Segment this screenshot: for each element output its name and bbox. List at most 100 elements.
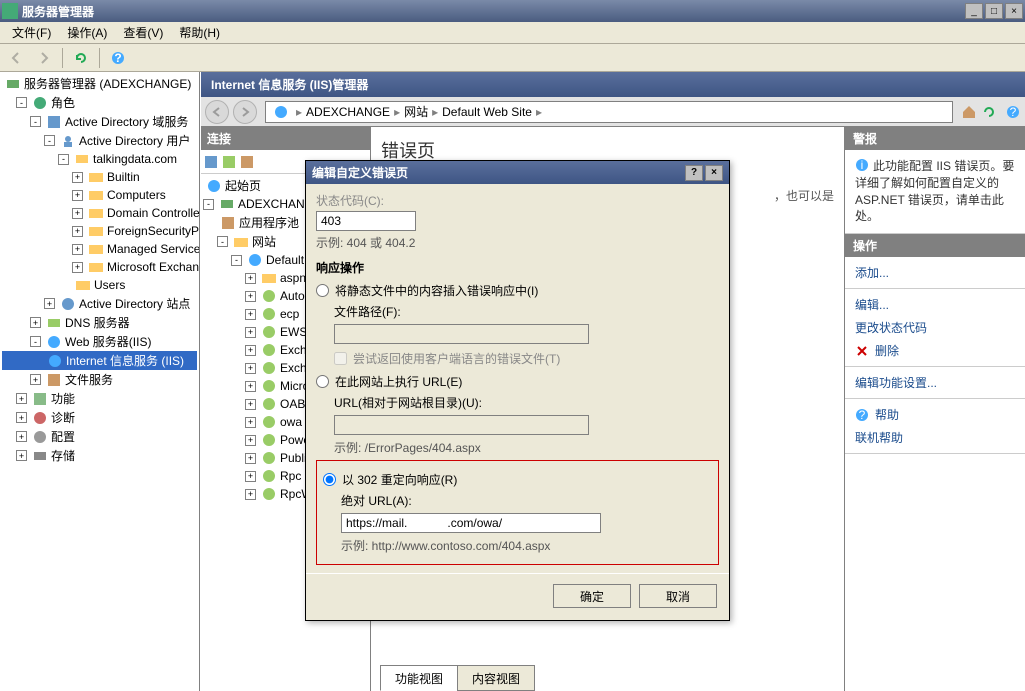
expander-icon[interactable]: + — [30, 317, 41, 328]
menu-action[interactable]: 操作(A) — [59, 22, 115, 43]
tree-iis-manager[interactable]: Internet 信息服务 (IIS) — [2, 351, 197, 370]
expander-icon[interactable]: + — [30, 374, 41, 385]
nav-help-icon[interactable]: ? — [1005, 104, 1021, 120]
radio-302[interactable]: 以 302 重定向响应(R) — [323, 471, 712, 488]
radio-static[interactable]: 将静态文件中的内容插入错误响应中(I) — [316, 282, 719, 299]
expander-icon[interactable]: + — [44, 298, 55, 309]
expander-icon[interactable]: - — [30, 116, 41, 127]
expander-icon[interactable]: + — [72, 172, 83, 183]
tree-builtin[interactable]: +Builtin — [2, 168, 197, 186]
expander-icon[interactable]: + — [245, 399, 256, 410]
expander-icon[interactable]: + — [245, 381, 256, 392]
dialog-close-button[interactable]: × — [705, 165, 723, 181]
expander-icon[interactable]: + — [245, 327, 256, 338]
file-path-input[interactable] — [334, 324, 589, 344]
menu-help[interactable]: 帮助(H) — [171, 22, 228, 43]
tree-msa[interactable]: +Managed Service Accounts — [2, 240, 197, 258]
url-input[interactable] — [334, 415, 589, 435]
radio-exec-url[interactable]: 在此网站上执行 URL(E) — [316, 373, 719, 390]
expander-icon[interactable]: + — [245, 435, 256, 446]
save-icon[interactable] — [203, 154, 219, 170]
act-online-help[interactable]: 联机帮助 — [845, 426, 1025, 449]
tree-diag[interactable]: +诊断 — [2, 408, 197, 427]
expander-icon[interactable]: + — [245, 309, 256, 320]
tree-computers[interactable]: +Computers — [2, 186, 197, 204]
cancel-button[interactable]: 取消 — [639, 584, 717, 608]
expander-icon[interactable]: + — [16, 412, 27, 423]
expander-icon[interactable]: + — [245, 273, 256, 284]
bc-sites[interactable]: 网站 — [404, 103, 428, 120]
tree-features[interactable]: +功能 — [2, 389, 197, 408]
menu-view[interactable]: 查看(V) — [115, 22, 171, 43]
expander-icon[interactable]: + — [72, 208, 83, 219]
tree-fsp[interactable]: +ForeignSecurityPrincipals — [2, 222, 197, 240]
disconnect-icon[interactable] — [239, 154, 255, 170]
expander-icon[interactable]: - — [30, 336, 41, 347]
bc-default-site[interactable]: Default Web Site — [442, 105, 532, 119]
home-icon[interactable] — [961, 104, 977, 120]
act-edit[interactable]: 编辑... — [845, 293, 1025, 316]
act-feature-settings[interactable]: 编辑功能设置... — [845, 371, 1025, 394]
tree-file-svc[interactable]: +文件服务 — [2, 370, 197, 389]
tab-content-view[interactable]: 内容视图 — [457, 665, 535, 691]
expander-icon[interactable]: + — [245, 345, 256, 356]
act-add[interactable]: 添加... — [845, 261, 1025, 284]
tree-storage[interactable]: +存储 — [2, 446, 197, 465]
ops-header: 操作 — [845, 234, 1025, 257]
status-code-input[interactable] — [316, 211, 416, 231]
expander-icon[interactable]: + — [245, 417, 256, 428]
expander-icon[interactable]: + — [72, 262, 83, 273]
expander-icon[interactable]: - — [44, 135, 55, 146]
tree-dc[interactable]: +Domain Controllers — [2, 204, 197, 222]
expander-icon[interactable]: + — [72, 226, 83, 237]
expander-icon[interactable]: + — [245, 489, 256, 500]
expander-icon[interactable]: + — [245, 471, 256, 482]
refresh-button[interactable] — [69, 47, 93, 69]
tree-root[interactable]: 服务器管理器 (ADEXCHANGE) — [2, 74, 197, 93]
tab-features-view[interactable]: 功能视图 — [380, 665, 458, 691]
tree-domain[interactable]: -talkingdata.com — [2, 150, 197, 168]
expander-icon[interactable]: - — [58, 154, 69, 165]
act-help[interactable]: ?帮助 — [845, 403, 1025, 426]
bc-server[interactable]: ADEXCHANGE — [306, 105, 390, 119]
file-icon — [46, 372, 62, 388]
expander-icon[interactable]: + — [16, 393, 27, 404]
breadcrumb[interactable]: ▸ ADEXCHANGE ▸ 网站 ▸ Default Web Site ▸ — [265, 101, 953, 123]
tree-roles[interactable]: -角色 — [2, 93, 197, 112]
tree-ad-sites[interactable]: +Active Directory 站点 — [2, 294, 197, 313]
menu-file[interactable]: 文件(F) — [4, 22, 59, 43]
connect-icon[interactable] — [221, 154, 237, 170]
expander-icon[interactable]: + — [72, 190, 83, 201]
abs-url-input[interactable] — [341, 513, 601, 533]
tree-config[interactable]: +配置 — [2, 427, 197, 446]
tree-ad-users[interactable]: -Active Directory 用户 — [2, 131, 197, 150]
expander-icon[interactable]: + — [245, 453, 256, 464]
tree-ad-ds[interactable]: -Active Directory 域服务 — [2, 112, 197, 131]
act-delete[interactable]: 删除 — [845, 339, 1025, 362]
expander-icon[interactable]: - — [217, 236, 228, 247]
refresh-icon[interactable] — [981, 104, 997, 120]
tree-users[interactable]: Users — [2, 276, 197, 294]
iis-title: Internet 信息服务 (IIS)管理器 — [201, 72, 1025, 97]
expander-icon[interactable]: - — [203, 199, 214, 210]
expander-icon[interactable]: + — [245, 291, 256, 302]
expander-icon[interactable]: + — [245, 363, 256, 374]
svg-text:?: ? — [1010, 105, 1017, 119]
minimize-button[interactable]: _ — [965, 3, 983, 19]
roles-icon — [32, 95, 48, 111]
ok-button[interactable]: 确定 — [553, 584, 631, 608]
tree-ms-exch[interactable]: +Microsoft Exchange — [2, 258, 197, 276]
expander-icon[interactable]: + — [16, 431, 27, 442]
act-change-code[interactable]: 更改状态代码 — [845, 316, 1025, 339]
expander-icon[interactable]: + — [16, 450, 27, 461]
forward-button — [32, 47, 56, 69]
expander-icon[interactable]: + — [72, 244, 83, 255]
tree-dns[interactable]: +DNS 服务器 — [2, 313, 197, 332]
close-button[interactable]: × — [1005, 3, 1023, 19]
maximize-button[interactable]: □ — [985, 3, 1003, 19]
tree-web-iis[interactable]: -Web 服务器(IIS) — [2, 332, 197, 351]
expander-icon[interactable]: - — [231, 255, 242, 266]
dialog-help-button[interactable]: ? — [685, 165, 703, 181]
expander-icon[interactable]: - — [16, 97, 27, 108]
help-button[interactable]: ? — [106, 47, 130, 69]
